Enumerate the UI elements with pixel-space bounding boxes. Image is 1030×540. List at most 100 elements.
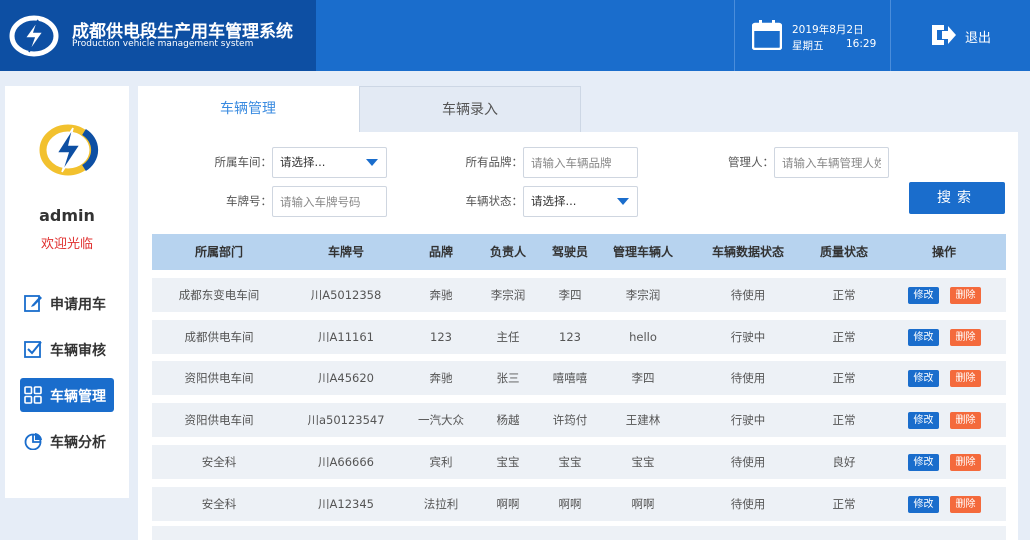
nav-label: 车辆分析 <box>50 435 106 451</box>
table-cell: 许筠付 <box>552 413 588 427</box>
table-cell: 李四 <box>558 288 582 302</box>
column-header: 管理车辆人 <box>612 245 673 259</box>
nav-apply-vehicle[interactable]: 申请用车 <box>20 286 114 320</box>
table-cell: 行驶中 <box>730 413 766 427</box>
chevron-down-icon <box>617 198 629 205</box>
table-cell: 123 <box>559 330 581 344</box>
edit-button[interactable]: 修改 <box>908 370 939 387</box>
grid-icon <box>24 386 42 404</box>
delete-button[interactable]: 删除 <box>950 412 981 429</box>
plate-label: 车牌号： <box>226 194 272 208</box>
table-cell: 待使用 <box>730 497 766 511</box>
table-cell: 正常 <box>832 413 856 427</box>
current-weekday: 星期五 <box>792 40 824 52</box>
search-button[interactable]: 搜索 <box>909 182 1005 214</box>
table-cell: 川A45620 <box>318 371 374 385</box>
status-select-value: 请选择... <box>531 194 577 208</box>
tab-vehicle-entry[interactable]: 车辆录入 <box>359 86 581 132</box>
table-cell: 啊啊 <box>631 497 655 511</box>
manager-label: 管理人： <box>728 155 774 169</box>
current-time: 16:29 <box>846 38 877 50</box>
nav-label: 车辆管理 <box>50 389 106 405</box>
table-cell: 杨越 <box>496 413 520 427</box>
username: admin <box>39 206 95 225</box>
table-cell: 正常 <box>832 497 856 511</box>
table-cell: 奔驰 <box>429 288 453 302</box>
table-row: 成都东变电车间 川A5012358 奔驰 李宗润 李四 李宗润 待使用 正常 修改 删除 <box>152 278 1006 312</box>
table-row: 资阳供电车间 川a50123547 一汽大众 杨越 许筠付 王建林 行驶中 正常 修改 删除 <box>152 403 1006 437</box>
edit-button[interactable]: 修改 <box>908 496 939 513</box>
logout-label: 退出 <box>965 31 992 46</box>
brand-input[interactable] <box>523 147 638 178</box>
table-cell: 李宗润 <box>625 288 661 302</box>
nav-vehicle-review[interactable]: 车辆审核 <box>20 332 114 366</box>
table-cell: 行驶中 <box>730 330 766 344</box>
workshop-select-value: 请选择... <box>280 155 326 169</box>
column-header: 操作 <box>931 245 956 259</box>
table-cell: 川A66666 <box>318 455 374 469</box>
lightning-logo-icon <box>9 15 59 57</box>
welcome-text: 欢迎光临 <box>40 237 93 252</box>
checkbox-icon <box>24 341 42 358</box>
table-cell: 安全科 <box>201 455 237 469</box>
logout-icon <box>932 25 956 45</box>
brand-block: 成都供电段生产用车管理系统 Production vehicle managem… <box>0 0 316 71</box>
column-header: 车辆数据状态 <box>711 245 784 259</box>
table-cell: 啊啊 <box>496 497 520 511</box>
edit-button[interactable]: 修改 <box>908 329 939 346</box>
workshop-select[interactable]: 请选择... <box>272 147 387 178</box>
brand-label: 所有品牌： <box>465 155 524 169</box>
delete-button[interactable]: 删除 <box>950 287 981 304</box>
table-cell: 川A12345 <box>318 497 374 511</box>
edit-icon <box>24 295 42 312</box>
delete-button[interactable]: 删除 <box>950 329 981 346</box>
table-row: 安全科 川A12345 法拉利 啊啊 啊啊 啊啊 待使用 正常 修改 删除 <box>152 487 1006 521</box>
table-cell: 待使用 <box>730 288 766 302</box>
edit-button[interactable]: 修改 <box>908 454 939 471</box>
table-cell: 奔驰 <box>429 371 453 385</box>
table-row: 安全科 川A66666 宾利 宝宝 宝宝 宝宝 待使用 良好 修改 删除 <box>152 445 1006 479</box>
table-cell: 川a50123547 <box>307 413 385 427</box>
tab-vehicle-management[interactable]: 车辆管理 <box>138 86 358 132</box>
table-cell: 法拉利 <box>423 497 459 511</box>
table-cell: 资阳供电车间 <box>184 413 254 427</box>
plate-input[interactable] <box>272 186 387 217</box>
table-cell: 宝宝 <box>496 455 520 469</box>
table-cell: 资阳供电车间 <box>184 371 254 385</box>
current-date: 2019年8月2日 <box>792 24 864 36</box>
logout-button[interactable]: 退出 <box>930 22 1020 50</box>
sidebar: admin 欢迎光临 申请用车 车辆审核 车辆管理 车辆分析 <box>5 86 129 498</box>
status-select[interactable]: 请选择... <box>523 186 638 217</box>
table-cell: 正常 <box>832 288 856 302</box>
table-cell: 主任 <box>496 330 520 344</box>
table-cell: 宾利 <box>429 455 453 469</box>
edit-button[interactable]: 修改 <box>908 287 939 304</box>
delete-button[interactable]: 删除 <box>950 370 981 387</box>
table-cell: 成都供电车间 <box>184 330 254 344</box>
table-row: 成都供电车间 川A11161 123 主任 123 hello 行驶中 正常 修改 删除 <box>152 320 1006 354</box>
table-cell: 王建林 <box>625 413 661 427</box>
header-divider <box>890 0 891 71</box>
nav-vehicle-management[interactable]: 车辆管理 <box>20 378 114 412</box>
lightning-logo-icon <box>39 124 99 176</box>
main-panel: 车辆管理 车辆录入 所属车间： 请选择... 所有品牌： 管理人： 车牌号： 车… <box>138 86 1018 540</box>
workshop-label: 所属车间： <box>214 155 273 169</box>
tab-bar-background <box>581 86 1018 132</box>
header-divider <box>734 0 735 71</box>
delete-button[interactable]: 删除 <box>950 496 981 513</box>
nav-label: 车辆审核 <box>50 343 106 359</box>
table-row: 资阳供电车间 川A45620 奔驰 张三 嘻嘻嘻 李四 待使用 正常 修改 删除 <box>152 361 1006 395</box>
delete-button[interactable]: 删除 <box>950 454 981 471</box>
table-cell: 宝宝 <box>631 455 655 469</box>
column-header: 质量状态 <box>819 245 868 259</box>
app-subtitle: Production vehicle management system <box>72 39 254 49</box>
calendar-icon <box>752 20 782 50</box>
edit-button[interactable]: 修改 <box>908 412 939 429</box>
table-header: 所属部门 车牌号 品牌 负责人 驾驶员 管理车辆人 车辆数据状态 质量状态 操作 <box>152 234 1006 270</box>
table-cell: 良好 <box>832 455 856 469</box>
nav-vehicle-analysis[interactable]: 车辆分析 <box>20 424 114 458</box>
table-cell: 宝宝 <box>558 455 582 469</box>
manager-input[interactable] <box>774 147 889 178</box>
table-cell: 成都东变电车间 <box>178 288 260 302</box>
table-cell: 啊啊 <box>558 497 582 511</box>
